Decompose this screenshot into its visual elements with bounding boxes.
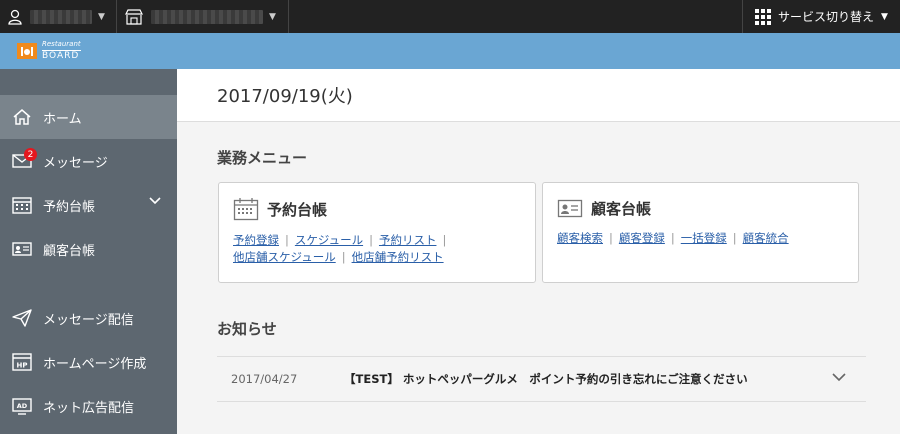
mail-icon: 2 [11, 148, 37, 172]
customer-ledger-card: 顧客台帳 顧客検索 | 顧客登録 | 一括登録 | 顧客統合 [542, 182, 859, 283]
unread-count-badge: 2 [24, 148, 37, 161]
reservation-ledger-card: 予約台帳 予約登録 | スケジュール | 予約リスト | 他店舗スケジュール | 他店舗予約リ… [218, 182, 536, 283]
business-menu-title: 業務メニュー [217, 149, 308, 167]
store-dropdown-chevron-icon: ▼ [269, 11, 276, 22]
link-other-store-reservation-list[interactable]: 他店舗予約リスト [352, 250, 444, 264]
sidebar-item-label: 顧客台帳 [43, 243, 96, 259]
hp-icon: HP [11, 351, 33, 373]
card-title: 予約台帳 [267, 200, 328, 219]
news-item[interactable]: 2017/04/27 【TEST】 ホットペッパーグルメ ポイント予約の引き忘れ… [217, 356, 866, 402]
store-icon [125, 8, 143, 25]
sidebar-item-reservation-ledger[interactable]: 予約台帳 [0, 183, 177, 227]
svg-text:HP: HP [17, 362, 28, 370]
restaurant-board-logo-icon [17, 43, 37, 59]
link-other-store-schedule[interactable]: 他店舗スケジュール [233, 250, 336, 264]
brand-bar: Restaurant BOARD [0, 33, 900, 69]
calendar-icon [11, 194, 33, 216]
top-bar-spacer [289, 0, 743, 33]
link-bulk-register[interactable]: 一括登録 [681, 231, 727, 245]
news-date: 2017/04/27 [231, 372, 298, 386]
sidebar-item-home[interactable]: ホーム [0, 95, 177, 139]
page-date-header: 2017/09/19(火) [177, 69, 900, 122]
svg-text:AD: AD [17, 402, 28, 410]
id-card-icon [557, 199, 583, 218]
home-icon [11, 106, 33, 128]
user-menu[interactable]: ▼ [0, 0, 117, 33]
sidebar-item-customer-ledger[interactable]: 顧客台帳 [0, 227, 177, 271]
sidebar-item-net-ad-delivery[interactable]: AD ネット広告配信 [0, 384, 177, 428]
service-switch-button[interactable]: サービス切り替え ▼ [743, 0, 900, 33]
link-reservation-register[interactable]: 予約登録 [233, 233, 279, 247]
store-menu[interactable]: ▼ [117, 0, 289, 33]
top-bar: ▼ ▼ サービス切り替え ▼ [0, 0, 900, 33]
sidebar-item-label: ホーム [43, 111, 82, 127]
sidebar-item-message-delivery[interactable]: メッセージ配信 [0, 296, 177, 340]
news-title: お知らせ [217, 320, 277, 338]
paper-plane-icon [11, 307, 33, 329]
link-customer-register[interactable]: 顧客登録 [619, 231, 665, 245]
id-card-icon [11, 238, 33, 260]
link-customer-search[interactable]: 顧客検索 [557, 231, 603, 245]
news-text: 【TEST】 ホットペッパーグルメ ポイント予約の引き忘れにご注意ください [344, 372, 748, 386]
sidebar-item-message[interactable]: 2 メッセージ [0, 139, 177, 183]
sidebar-item-label: ホームページ作成 [43, 356, 147, 372]
customer-links: 顧客検索 | 顧客登録 | 一括登録 | 顧客統合 [557, 231, 789, 245]
ad-icon: AD [11, 395, 33, 417]
sidebar-item-label: メッセージ配信 [43, 312, 134, 328]
main-content: 2017/09/19(火) 業務メニュー 予約台帳 予約登録 | スケジュール | 予約… [177, 69, 900, 434]
sidebar-item-homepage-creation[interactable]: HP ホームページ作成 [0, 340, 177, 384]
user-name-redacted [30, 9, 92, 24]
link-schedule[interactable]: スケジュール [295, 233, 363, 247]
brand-logo-text: Restaurant BOARD [42, 41, 81, 61]
sidebar-item-label: ネット広告配信 [43, 400, 135, 416]
sidebar-item-label: 予約台帳 [43, 199, 96, 215]
link-customer-merge[interactable]: 顧客統合 [743, 231, 789, 245]
service-switch-label: サービス切り替え [778, 10, 875, 24]
expand-chevron-icon[interactable] [832, 373, 846, 382]
user-dropdown-chevron-icon: ▼ [98, 11, 105, 22]
sidebar: ホーム 2 メッセージ 予約台帳 顧客台帳 メッセージ配信 HP ホームページ作… [0, 69, 177, 434]
store-name-redacted [151, 9, 263, 24]
sidebar-item-label: メッセージ [43, 155, 108, 171]
link-reservation-list[interactable]: 予約リスト [379, 233, 437, 247]
app-grid-icon [755, 8, 772, 25]
current-date: 2017/09/19(火) [217, 86, 353, 107]
expand-chevron-icon[interactable] [149, 197, 161, 205]
service-dropdown-chevron-icon: ▼ [881, 11, 888, 22]
card-title: 顧客台帳 [591, 199, 652, 218]
brand-line1: Restaurant [42, 40, 81, 48]
reservation-links: 予約登録 | スケジュール | 予約リスト | 他店舗スケジュール | 他店舗予約リスト [233, 233, 447, 264]
calendar-icon [233, 198, 259, 221]
user-icon [8, 9, 22, 25]
brand-line2: BOARD [42, 50, 81, 61]
